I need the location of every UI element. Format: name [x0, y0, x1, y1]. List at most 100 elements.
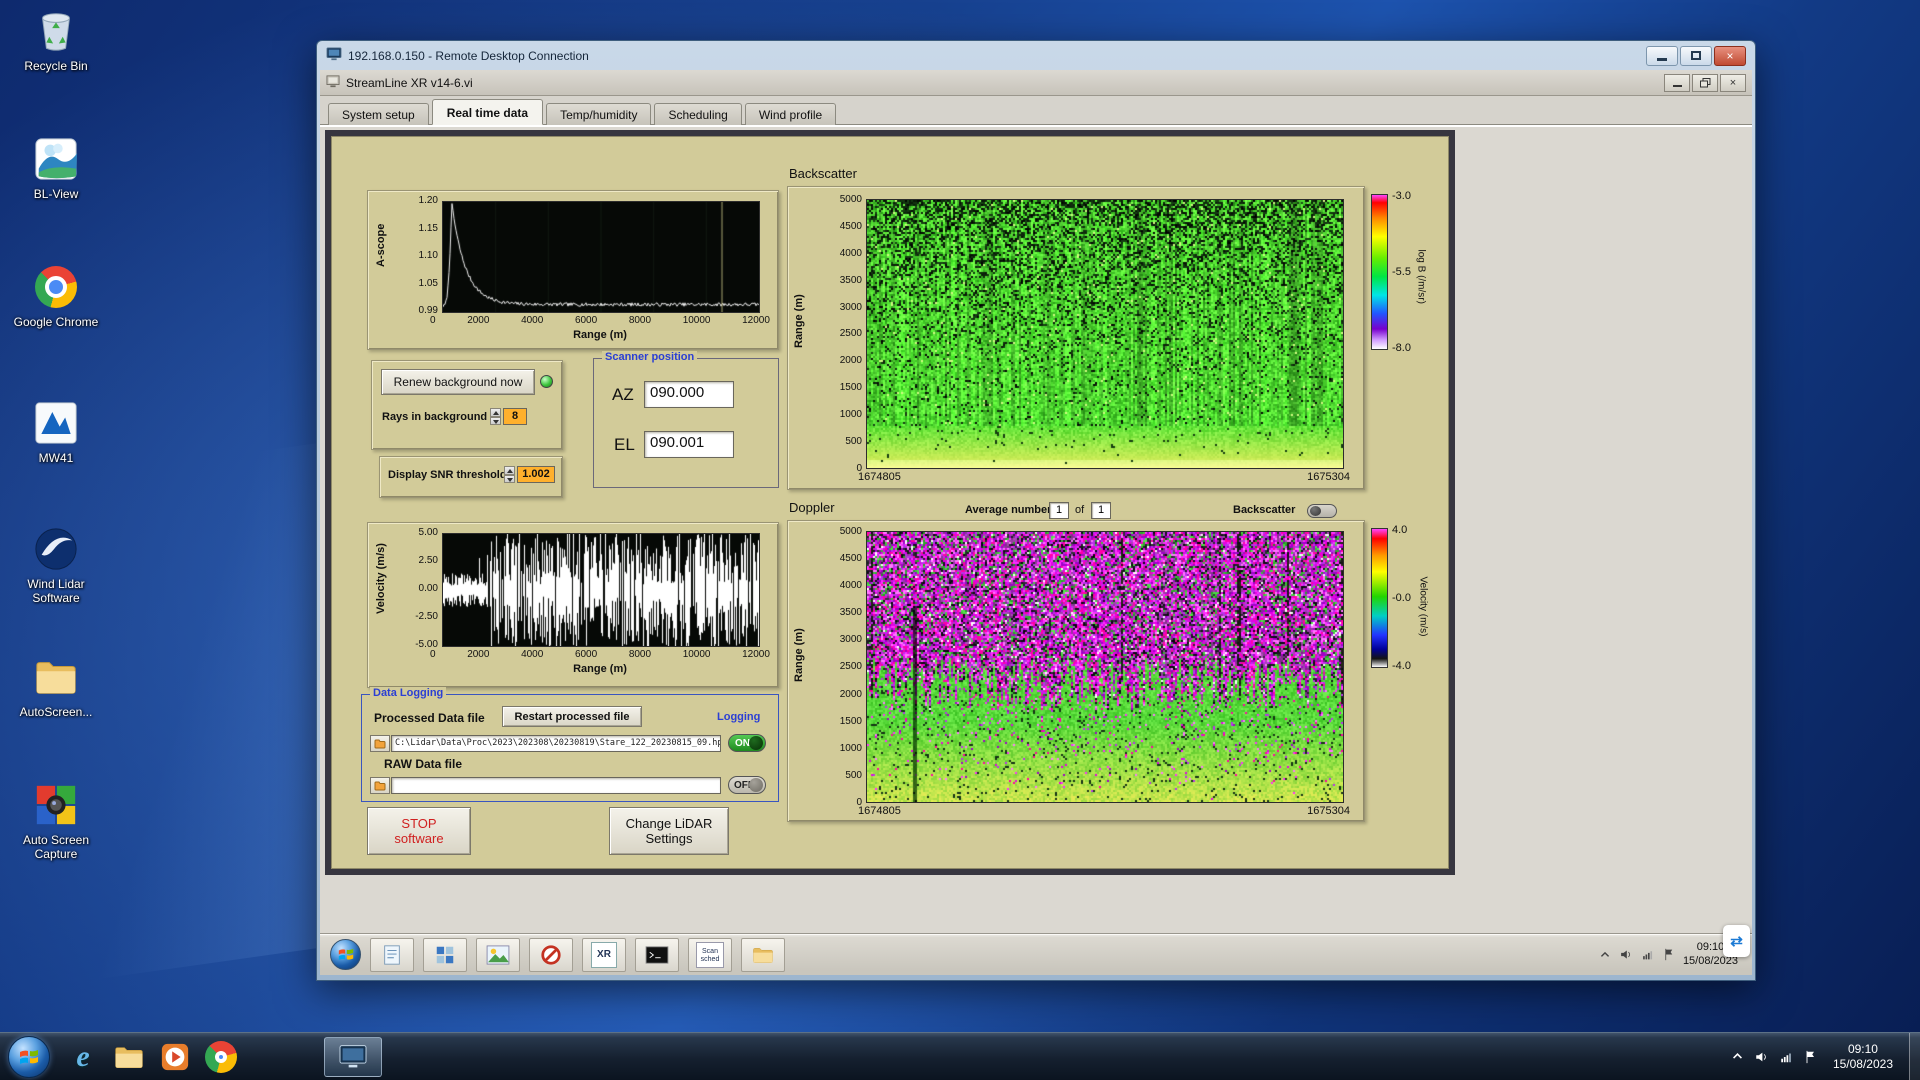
az-value[interactable]: 090.000	[644, 381, 734, 408]
change-lidar-settings-button[interactable]: Change LiDAR Settings	[609, 807, 729, 855]
processed-path-field[interactable]: C:\Lidar\Data\Proc\2023\202308\20230819\…	[391, 735, 721, 752]
rdp-close-button[interactable]: ×	[1714, 45, 1746, 66]
raw-file-label: RAW Data file	[384, 757, 463, 771]
flag-icon[interactable]	[1663, 948, 1675, 961]
rays-value[interactable]: 8	[503, 408, 527, 425]
desktop-icon-bl-view[interactable]: BL-View	[6, 134, 106, 201]
folder-icon	[374, 781, 386, 790]
tick-label: 4.0	[1392, 524, 1408, 536]
hidden-icons-caret-icon[interactable]	[1731, 1051, 1744, 1062]
desktop-icon-google-chrome[interactable]: Google Chrome	[6, 262, 106, 329]
volume-icon[interactable]	[1619, 948, 1633, 961]
tick-label: 6000	[574, 649, 598, 660]
flag-icon[interactable]	[1804, 1050, 1817, 1064]
snr-value[interactable]: 1.002	[517, 466, 555, 483]
app-close-button[interactable]: ×	[1720, 73, 1746, 92]
processed-logging-toggle[interactable]: ON	[728, 734, 766, 752]
desktop-icon-label: Auto Screen Capture	[22, 833, 90, 861]
tab-real-time-data[interactable]: Real time data	[431, 99, 544, 125]
remote-task-xr[interactable]: XR	[582, 937, 626, 972]
doppler-x-last: 1675304	[1307, 805, 1350, 817]
raw-path-field[interactable]	[391, 777, 721, 794]
tab-scheduling[interactable]: Scheduling	[654, 103, 742, 125]
tick-label: 10000	[682, 315, 711, 326]
bl-view-icon	[6, 134, 106, 184]
snr-spinner[interactable]	[504, 466, 515, 483]
start-button[interactable]	[8, 1035, 50, 1078]
windows-flag-icon	[20, 1049, 38, 1064]
taskbar-explorer[interactable]	[106, 1037, 152, 1077]
remote-clock-time: 09:10	[1696, 940, 1725, 953]
tab-temp-humidity[interactable]: Temp/humidity	[546, 103, 652, 125]
remote-task-folder[interactable]	[741, 937, 785, 972]
tick-label: -4.0	[1392, 660, 1411, 672]
remote-task-grid[interactable]	[423, 937, 467, 972]
change-button-line1: Change LiDAR	[625, 816, 713, 831]
snr-label: Display SNR threshold	[388, 469, 507, 481]
remote-task-record[interactable]	[529, 937, 573, 972]
connection-notification-icon[interactable]: ⇄	[1723, 925, 1750, 957]
app-title-bar[interactable]: StreamLine XR v14-6.vi ×	[320, 70, 1752, 96]
backscatter-toggle[interactable]	[1307, 504, 1337, 518]
app-icon	[326, 74, 340, 91]
remote-task-image[interactable]	[476, 937, 520, 972]
taskbar-rdp-active[interactable]	[324, 1036, 382, 1077]
tab-system-setup[interactable]: System setup	[328, 103, 429, 125]
remote-task-scan-sched[interactable]: Scan sched	[688, 937, 732, 972]
network-icon[interactable]	[1779, 1050, 1794, 1064]
host-clock[interactable]: 09:10 15/08/2023	[1833, 1042, 1893, 1072]
tick-label: 1500	[839, 382, 862, 394]
stop-software-button[interactable]: STOP software	[367, 807, 471, 855]
raw-path-browse-button[interactable]	[370, 777, 390, 794]
desktop-icon-auto-screen-capture[interactable]: Auto Screen Capture	[6, 780, 106, 861]
tick-label: -5.5	[1392, 266, 1411, 278]
processed-path-browse-button[interactable]	[370, 735, 390, 752]
remote-start-button[interactable]	[330, 939, 361, 970]
toggle-on-label: ON	[735, 738, 750, 749]
remote-task-notepad[interactable]	[370, 937, 414, 972]
volume-icon[interactable]	[1754, 1050, 1769, 1064]
stop-record-icon	[541, 944, 561, 965]
tick-label: 2500	[839, 328, 862, 340]
taskbar-chrome[interactable]	[198, 1037, 244, 1077]
app-minimize-button[interactable]	[1664, 73, 1690, 92]
host-clock-time: 09:10	[1847, 1041, 1878, 1056]
media-player-icon	[161, 1043, 189, 1070]
show-desktop-button[interactable]	[1909, 1032, 1920, 1080]
taskbar-media-player[interactable]	[152, 1037, 198, 1077]
rdp-minimize-button[interactable]	[1646, 45, 1678, 66]
network-icon[interactable]	[1641, 948, 1655, 961]
rays-spinner[interactable]	[490, 408, 501, 425]
wind-lidar-icon	[6, 524, 106, 574]
backscatter-canvas	[866, 199, 1344, 469]
raw-logging-toggle[interactable]: OFF	[728, 776, 766, 794]
app-restore-button[interactable]	[1692, 73, 1718, 92]
taskbar-internet-explorer[interactable]: e	[60, 1037, 106, 1077]
data-logging-title: Data Logging	[370, 687, 447, 699]
average-number-value[interactable]: 1	[1049, 502, 1069, 519]
velocity-y-label: Velocity (m/s)	[375, 543, 387, 614]
desktop-icon-wind-lidar[interactable]: Wind Lidar Software	[6, 524, 106, 605]
tick-label: 2000	[467, 315, 490, 326]
restore-icon	[1699, 77, 1710, 87]
rdp-maximize-button[interactable]	[1680, 45, 1712, 66]
desktop-icon-label: Google Chrome	[13, 315, 99, 329]
remote-task-cmd[interactable]	[635, 937, 679, 972]
rdp-window-title: 192.168.0.150 - Remote Desktop Connectio…	[348, 48, 589, 63]
desktop-icon-recycle-bin[interactable]: Recycle Bin	[6, 6, 106, 73]
folder-icon	[374, 739, 386, 748]
desktop-icon-autoscreen[interactable]: AutoScreen...	[6, 652, 106, 719]
rdp-title-bar[interactable]: 192.168.0.150 - Remote Desktop Connectio…	[320, 41, 1752, 70]
rdp-window: 192.168.0.150 - Remote Desktop Connectio…	[316, 40, 1756, 981]
hidden-icons-caret-icon[interactable]	[1599, 950, 1611, 960]
renew-background-button[interactable]: Renew background now	[381, 369, 535, 395]
average-total-value[interactable]: 1	[1091, 502, 1111, 519]
tab-wind-profile[interactable]: Wind profile	[744, 103, 837, 125]
tick-label: 8000	[628, 315, 652, 326]
el-value[interactable]: 090.001	[644, 431, 734, 458]
tick-label: -8.0	[1392, 342, 1411, 354]
restart-processed-button[interactable]: Restart processed file	[502, 706, 642, 727]
desktop-icon-mw41[interactable]: MW41	[6, 398, 106, 465]
velocity-frame: 5.00 2.50 0.00 -2.50 -5.00 Velocity (m/s) 02…	[367, 522, 779, 688]
tick-label: 1.05	[418, 277, 438, 289]
